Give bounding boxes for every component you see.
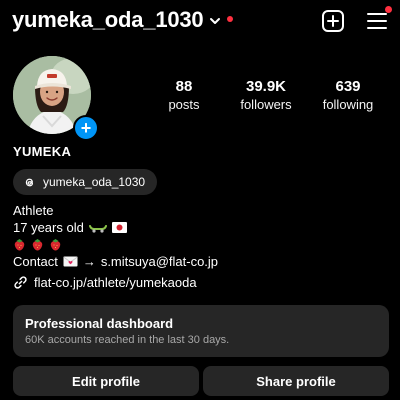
strawberry-icon <box>14 239 25 251</box>
dashboard-title: Professional dashboard <box>25 316 174 331</box>
chevron-down-icon[interactable] <box>209 15 221 27</box>
contact-arrow: → <box>82 254 96 269</box>
stat-following[interactable]: 639 following <box>310 78 386 114</box>
stat-label: followers <box>240 97 292 112</box>
strawberry-icon <box>50 239 61 251</box>
menu-button[interactable] <box>364 6 392 34</box>
profile-stats: 88 posts 39.9K followers 639 following <box>146 78 386 114</box>
threads-icon <box>25 178 34 186</box>
bio-contact: Contact → s.mitsuya@flat-co.jp <box>13 253 219 270</box>
stat-followers[interactable]: 39.9K followers <box>228 78 304 114</box>
plus-icon: + <box>80 118 92 138</box>
menu-notification-dot <box>385 6 392 13</box>
account-switcher[interactable]: yumeka_oda_1030 <box>12 6 234 34</box>
love-letter-icon <box>63 256 78 267</box>
share-profile-button[interactable]: Share profile <box>203 366 389 396</box>
username-title[interactable]: yumeka_oda_1030 <box>12 6 204 34</box>
contact-email[interactable]: s.mitsuya@flat-co.jp <box>101 253 218 270</box>
bio-strawberries <box>13 236 218 253</box>
profile-page: yumeka_oda_1030 + 88 posts 39.9K followe… <box>0 0 400 400</box>
skateboard-icon <box>88 225 107 233</box>
japan-flag-icon <box>111 222 127 233</box>
display-name: YUMEKA <box>13 144 72 159</box>
stat-value: 639 <box>335 78 361 95</box>
link-icon <box>14 276 27 289</box>
bio-age-line: 17 years old <box>13 219 218 236</box>
add-story-button[interactable]: + <box>73 115 99 141</box>
profile-link[interactable]: flat-co.jp/athlete/yumekaoda <box>13 275 197 290</box>
threads-handle: yumeka_oda_1030 <box>43 175 146 189</box>
dashboard-subtitle: 60K accounts reached in the last 30 days… <box>25 334 230 346</box>
threads-badge[interactable]: yumeka_oda_1030 <box>13 169 158 195</box>
top-bar: yumeka_oda_1030 <box>0 0 400 40</box>
stat-label: following <box>322 97 374 112</box>
stat-posts[interactable]: 88 posts <box>146 78 222 114</box>
bio-category: Athlete <box>13 203 54 218</box>
bio: Athlete 17 years old Contact → s.mitsuya… <box>13 202 218 270</box>
stat-value: 88 <box>175 78 193 95</box>
strawberry-icon <box>32 239 43 251</box>
stat-label: posts <box>168 97 200 112</box>
professional-dashboard-card[interactable]: Professional dashboard 60K accounts reac… <box>13 305 389 357</box>
link-url[interactable]: flat-co.jp/athlete/yumekaoda <box>34 275 197 290</box>
edit-profile-button[interactable]: Edit profile <box>13 366 199 396</box>
create-post-icon[interactable] <box>320 8 346 34</box>
notification-dot <box>227 16 234 22</box>
stat-value: 39.9K <box>245 78 287 95</box>
